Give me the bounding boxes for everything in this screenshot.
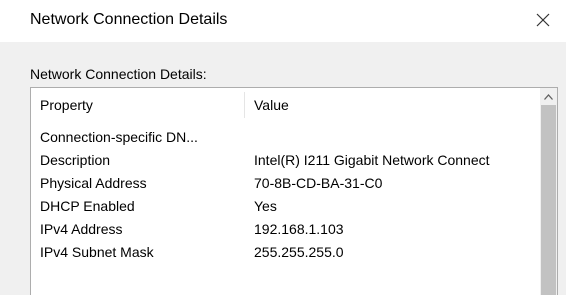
list-header: Property Value — [31, 88, 541, 122]
property-cell: DHCP Enabled — [40, 198, 135, 214]
window-title: Network Connection Details — [30, 11, 228, 28]
value-cell: Yes — [254, 198, 277, 214]
close-button[interactable] — [520, 0, 566, 40]
list-row[interactable]: Physical Address 70-8B-CD-BA-31-C0 — [31, 172, 541, 195]
column-header-property[interactable]: Property — [40, 88, 240, 122]
close-icon — [536, 13, 550, 27]
title-bar: Network Connection Details — [0, 0, 566, 42]
value-cell: 192.168.1.103 — [254, 221, 344, 237]
scroll-up-button[interactable] — [540, 88, 557, 105]
column-header-value[interactable]: Value — [254, 88, 534, 122]
network-connection-details-dialog: Network Connection Details Network Conne… — [0, 0, 566, 295]
property-cell: Description — [40, 152, 111, 168]
list-row[interactable]: IPv4 Subnet Mask 255.255.255.0 — [31, 241, 541, 264]
list-row[interactable]: Connection-specific DN... — [31, 126, 541, 149]
list-row[interactable]: IPv4 Address 192.168.1.103 — [31, 218, 541, 241]
column-separator[interactable] — [244, 92, 245, 118]
value-cell: Intel(R) I211 Gigabit Network Connect — [254, 152, 490, 168]
property-cell: IPv4 Subnet Mask — [40, 244, 154, 260]
value-cell: 70-8B-CD-BA-31-C0 — [254, 175, 383, 191]
value-cell: 255.255.255.0 — [254, 244, 344, 260]
value-cell — [254, 126, 541, 149]
list-row[interactable]: Description Intel(R) I211 Gigabit Networ… — [31, 149, 541, 172]
details-list-view[interactable]: Property Value Connection-specific DN...… — [30, 87, 558, 295]
list-row[interactable]: DHCP Enabled Yes — [31, 195, 541, 218]
details-group-label: Network Connection Details: — [30, 66, 207, 82]
scroll-thumb[interactable] — [541, 105, 556, 295]
vertical-scrollbar[interactable] — [540, 88, 557, 295]
chevron-up-icon — [544, 93, 553, 100]
property-cell: IPv4 Address — [40, 221, 123, 237]
property-cell: Physical Address — [40, 175, 147, 191]
property-cell: Connection-specific DN... — [40, 129, 198, 145]
list-rows: Connection-specific DN... Description In… — [31, 126, 541, 264]
